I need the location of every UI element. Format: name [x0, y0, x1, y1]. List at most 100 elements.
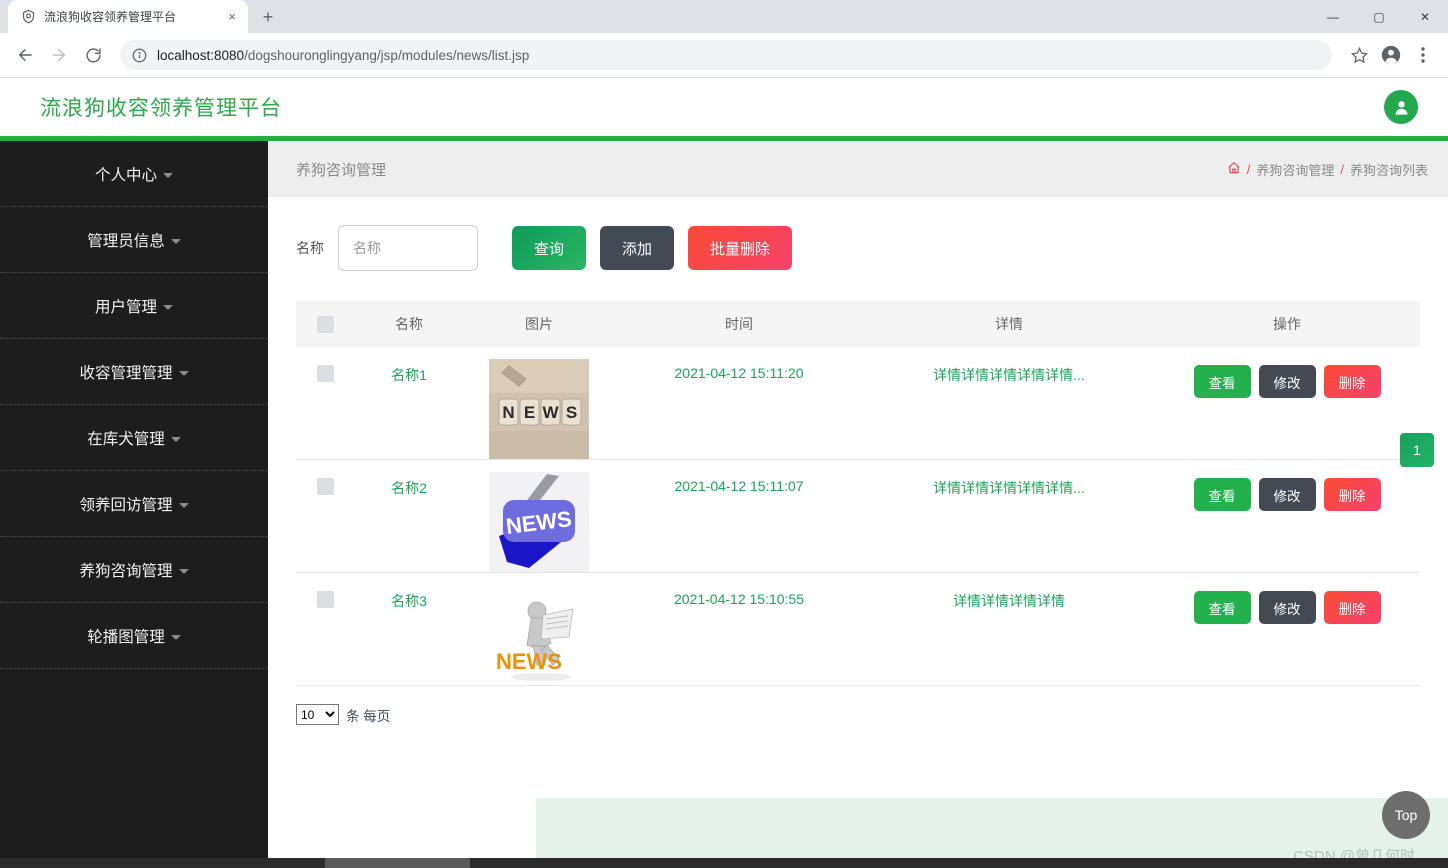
cell-actions: 查看 修改 删除 — [1154, 573, 1420, 686]
info-icon[interactable] — [132, 48, 147, 63]
sidebar-item-admin-info[interactable]: 管理员信息 — [0, 207, 268, 273]
sidebar-item-user-management[interactable]: 用户管理 — [0, 273, 268, 339]
edit-button[interactable]: 修改 — [1258, 591, 1316, 624]
cell-image: NEWS — [464, 573, 614, 686]
taskbar-active-window[interactable] — [325, 858, 470, 868]
forward-icon[interactable] — [44, 40, 74, 70]
sidebar-item-label: 管理员信息 — [87, 232, 165, 250]
sidebar-item-label: 养狗咨询管理 — [79, 562, 173, 580]
breadcrumb-item-1[interactable]: 养狗咨询管理 — [1256, 160, 1334, 179]
row-checkbox[interactable] — [316, 591, 334, 609]
os-taskbar — [0, 858, 1448, 868]
page-size-label: 条 每页 — [346, 708, 391, 724]
pagination-page-1[interactable]: 1 — [1400, 433, 1434, 467]
maximize-icon[interactable]: ▢ — [1356, 0, 1402, 33]
minimize-icon[interactable]: — — [1310, 0, 1356, 33]
row-checkbox[interactable] — [316, 478, 334, 496]
sidebar-item-carousel-management[interactable]: 轮播图管理 — [0, 603, 268, 669]
new-tab-button[interactable]: + — [254, 3, 282, 31]
sidebar-item-shelter-management[interactable]: 收容管理管理 — [0, 339, 268, 405]
select-all-header — [296, 301, 354, 347]
window-close-icon[interactable]: ✕ — [1402, 0, 1448, 33]
row-select-cell — [296, 460, 354, 573]
reload-icon[interactable] — [78, 40, 108, 70]
cell-image: NE WS — [464, 347, 614, 460]
chevron-down-icon — [170, 436, 181, 442]
breadcrumb-separator: / — [1340, 161, 1344, 177]
batch-delete-button[interactable]: 批量删除 — [688, 226, 793, 270]
cell-name[interactable]: 名称3 — [354, 573, 464, 686]
page-size-select[interactable]: 10 20 50 100 — [296, 704, 339, 725]
sidebar-item-label: 用户管理 — [94, 298, 157, 316]
browser-toolbar: localhost:8080/dogshouronglingyang/jsp/m… — [0, 33, 1448, 78]
delete-button[interactable]: 删除 — [1323, 591, 1381, 624]
app-header: 流浪狗收容领养管理平台 — [0, 78, 1448, 136]
cell-detail[interactable]: 详情详情详情详情详情... — [864, 347, 1154, 460]
cell-time: 2021-04-12 15:11:20 — [674, 365, 804, 381]
search-input[interactable] — [338, 225, 478, 271]
edit-button[interactable]: 修改 — [1258, 365, 1316, 398]
user-avatar-icon[interactable] — [1384, 90, 1418, 124]
sidebar-item-label: 个人中心 — [94, 166, 157, 184]
cell-detail[interactable]: 详情详情详情详情 — [864, 573, 1154, 686]
news-blue-key-photo: NEWS — [489, 472, 589, 572]
svg-text:E: E — [524, 403, 535, 422]
cell-time: 2021-04-12 15:10:55 — [674, 591, 804, 607]
sidebar-item-adoption-followup[interactable]: 领养回访管理 — [0, 471, 268, 537]
tab-strip: 流浪狗收容领养管理平台 × + — ▢ ✕ — [0, 0, 1448, 33]
home-icon[interactable] — [1227, 161, 1241, 177]
add-button[interactable]: 添加 — [600, 226, 675, 270]
select-all-checkbox[interactable] — [316, 315, 334, 333]
address-bar[interactable]: localhost:8080/dogshouronglingyang/jsp/m… — [120, 40, 1332, 70]
query-button[interactable]: 查询 — [512, 226, 587, 270]
cell-time: 2021-04-12 15:11:07 — [674, 478, 804, 494]
sidebar: 个人中心 管理员信息 用户管理 收容管理管理 在库犬管理 领养回访管理 养狗咨询… — [0, 141, 268, 868]
close-icon[interactable]: × — [224, 9, 240, 25]
view-button[interactable]: 查看 — [1193, 365, 1251, 398]
scroll-to-top-button[interactable]: Top — [1382, 791, 1430, 839]
delete-button[interactable]: 删除 — [1323, 478, 1381, 511]
breadcrumb: / 养狗咨询管理 / 养狗咨询列表 — [1227, 160, 1428, 179]
browser-tab[interactable]: 流浪狗收容领养管理平台 × — [8, 0, 248, 33]
header-detail: 详情 — [995, 316, 1023, 332]
news-figure-photo: NEWS — [489, 585, 589, 685]
cell-image: NEWS — [464, 460, 614, 573]
delete-button[interactable]: 删除 — [1323, 365, 1381, 398]
sidebar-item-label: 在库犬管理 — [87, 430, 165, 448]
content-tab-label: 养狗咨询管理 — [296, 161, 387, 179]
view-button[interactable]: 查看 — [1193, 478, 1251, 511]
svg-text:N: N — [502, 403, 514, 422]
row-select-cell — [296, 347, 354, 460]
profile-icon[interactable] — [1376, 40, 1406, 70]
svg-text:W: W — [542, 403, 559, 422]
table-row: 名称3 NEWS 2021-04-12 15:10:55 详情详情详情详情 查看… — [296, 573, 1420, 686]
cell-name[interactable]: 名称1 — [354, 347, 464, 460]
sidebar-item-dogs-in-stock[interactable]: 在库犬管理 — [0, 405, 268, 471]
three-dots-icon[interactable] — [1408, 40, 1438, 70]
view-button[interactable]: 查看 — [1193, 591, 1251, 624]
main-content: 养狗咨询管理 / 养狗咨询管理 / 养狗咨询列表 名称 查询 — [268, 141, 1448, 868]
breadcrumb-item-2: 养狗咨询列表 — [1349, 162, 1428, 178]
edit-button[interactable]: 修改 — [1258, 478, 1316, 511]
browser-window: 流浪狗收容领养管理平台 × + — ▢ ✕ localhost:8080/dog… — [0, 0, 1448, 868]
table-header-row: 名称 图片 时间 详情 操作 — [296, 301, 1420, 347]
breadcrumb-bar: 养狗咨询管理 / 养狗咨询管理 / 养狗咨询列表 — [268, 141, 1448, 197]
cell-name[interactable]: 名称2 — [354, 460, 464, 573]
cell-detail[interactable]: 详情详情详情详情详情... — [864, 460, 1154, 573]
chevron-down-icon — [178, 370, 189, 376]
tab-title: 流浪狗收容领养管理平台 — [44, 10, 177, 24]
back-icon[interactable] — [10, 40, 40, 70]
row-checkbox[interactable] — [316, 365, 334, 383]
table-row: 名称2 NEWS 2021-04-12 15:11:07 详情详情详情详情详情.… — [296, 460, 1420, 573]
sidebar-item-dog-consultation[interactable]: 养狗咨询管理 — [0, 537, 268, 603]
url-text: localhost:8080/dogshouronglingyang/jsp/m… — [157, 48, 529, 63]
url-host: localhost:8080 — [157, 47, 245, 63]
chevron-down-icon — [178, 502, 189, 508]
sidebar-item-personal-center[interactable]: 个人中心 — [0, 141, 268, 207]
star-icon[interactable] — [1344, 40, 1374, 70]
web-app: 流浪狗收容领养管理平台 个人中心 管理员信息 用户管理 收容管理管理 在库犬管理… — [0, 78, 1448, 868]
data-table: 名称 图片 时间 详情 操作 名称1 N E W S 2021-04-12 15… — [296, 301, 1420, 686]
header-image: 图片 — [525, 316, 553, 332]
shield-icon — [20, 9, 36, 25]
svg-text:NEWS: NEWS — [496, 649, 562, 674]
